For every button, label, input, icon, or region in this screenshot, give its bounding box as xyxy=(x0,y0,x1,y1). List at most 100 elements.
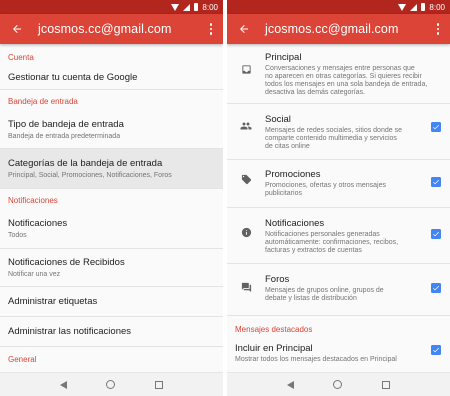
nav-home-icon[interactable] xyxy=(333,380,343,389)
category-promotions[interactable]: Promociones Promociones, ofertas y otros… xyxy=(227,160,450,208)
inbox-notifications-item[interactable]: Notificaciones de Recibidos Notificar un… xyxy=(0,249,223,287)
category-title: Notificaciones xyxy=(265,218,325,229)
item-title: Administrar las notificaciones xyxy=(8,326,132,337)
manage-notifications-item[interactable]: Administrar las notificaciones xyxy=(0,317,223,347)
item-title: Tipo de bandeja de entrada xyxy=(8,118,124,130)
account-title: jcosmos.cc@gmail.com xyxy=(265,22,399,36)
left-screen: 8:00 jcosmos.cc@gmail.com Cuenta Gestion… xyxy=(0,0,223,396)
category-social[interactable]: Social Mensajes de redes sociales, sitio… xyxy=(227,104,450,160)
inbox-type-item[interactable]: Tipo de bandeja de entrada Bandeja de en… xyxy=(0,110,223,149)
wifi-icon xyxy=(398,3,407,11)
system-nav-bar xyxy=(0,372,223,396)
signal-icon xyxy=(410,3,418,11)
notifications-item[interactable]: Notificaciones Todos xyxy=(0,209,223,249)
category-forums[interactable]: Foros Mensajes de grupos online, grupos … xyxy=(227,264,450,316)
nav-back-icon[interactable] xyxy=(59,380,67,389)
category-title: Foros xyxy=(265,274,290,285)
section-header-starred: Mensajes destacados xyxy=(235,325,313,334)
category-description: Conversaciones y mensajes entre personas… xyxy=(265,65,430,97)
more-options-icon[interactable] xyxy=(205,23,217,35)
item-subtitle: Notificar una vez xyxy=(8,271,61,278)
category-description: Promociones, ofertas y otros mensajes pu… xyxy=(265,182,430,198)
status-time: 8:00 xyxy=(202,2,218,12)
item-title: Categorías de la bandeja de entrada xyxy=(8,158,163,169)
more-options-icon[interactable] xyxy=(432,23,444,35)
desc-line: desactiva las demás categorías. xyxy=(265,89,365,96)
desc-line: Mensajes de grupos online, grupos de xyxy=(265,287,384,294)
checked-checkbox-icon[interactable] xyxy=(431,229,441,239)
starred-title: Incluir en Principal xyxy=(235,343,313,354)
desc-line: Conversaciones y mensajes entre personas… xyxy=(265,65,415,72)
checked-checkbox-icon[interactable] xyxy=(431,177,441,187)
promotions-checkbox[interactable] xyxy=(430,169,442,187)
desc-line: comparte contenido multimedia y servicio… xyxy=(265,135,397,142)
desc-line: automáticamente: confirmaciones, recibos… xyxy=(265,239,399,246)
section-header-inbox: Bandeja de entrada xyxy=(8,97,78,106)
battery-icon xyxy=(194,3,199,11)
people-icon xyxy=(227,114,265,132)
starred-description: Mostrar todos los mensajes destacados en… xyxy=(235,356,397,363)
category-title: Social xyxy=(265,114,291,125)
forums-checkbox[interactable] xyxy=(430,274,442,293)
app-bar: jcosmos.cc@gmail.com xyxy=(227,14,450,44)
category-notifications[interactable]: Notificaciones Notificaciones personales… xyxy=(227,208,450,264)
nav-recents-icon[interactable] xyxy=(382,380,391,389)
system-nav-bar xyxy=(227,372,450,396)
item-subtitle: Todos xyxy=(8,232,27,239)
social-checkbox[interactable] xyxy=(430,114,442,132)
manage-account-item[interactable]: Gestionar tu cuenta de Google xyxy=(0,66,223,90)
categories-list: Principal Conversaciones y mensajes entr… xyxy=(227,44,450,372)
starred-checkbox[interactable] xyxy=(430,343,442,355)
tag-icon xyxy=(227,169,265,185)
battery-icon xyxy=(421,3,426,11)
info-icon xyxy=(227,218,265,238)
nav-recents-icon[interactable] xyxy=(155,380,164,389)
item-title: Gestionar tu cuenta de Google xyxy=(8,72,138,83)
category-principal[interactable]: Principal Conversaciones y mensajes entr… xyxy=(227,44,450,104)
section-header-account: Cuenta xyxy=(8,53,34,62)
item-title: Administrar etiquetas xyxy=(8,296,98,307)
status-bar: 8:00 xyxy=(0,0,223,14)
signal-icon xyxy=(183,3,191,11)
item-title: Notificaciones xyxy=(8,218,68,229)
notifications-checkbox[interactable] xyxy=(430,218,442,239)
nav-back-icon[interactable] xyxy=(286,380,294,389)
right-screen: 8:00 jcosmos.cc@gmail.com Principal Conv… xyxy=(227,0,450,396)
item-subtitle: Principal, Social, Promociones, Notifica… xyxy=(8,172,172,179)
app-bar: jcosmos.cc@gmail.com xyxy=(0,14,223,44)
desc-line: no aparecen en otras categorías. Si quie… xyxy=(265,73,422,80)
item-subtitle: Bandeja de entrada predeterminada xyxy=(8,132,121,140)
category-title: Principal xyxy=(265,52,302,63)
desc-line: Notificaciones personales generadas xyxy=(265,231,380,238)
starred-include-item[interactable]: Incluir en Principal Mostrar todos los m… xyxy=(227,336,450,366)
back-arrow-icon[interactable] xyxy=(8,20,26,38)
desc-line: todos los mensajes en una sola bandeja d… xyxy=(265,81,428,88)
forum-icon xyxy=(227,274,265,293)
category-description: Mensajes de grupos online, grupos de deb… xyxy=(265,287,430,303)
checked-checkbox-icon[interactable] xyxy=(431,283,441,293)
status-time: 8:00 xyxy=(429,2,445,12)
settings-list: Cuenta Gestionar tu cuenta de Google Ban… xyxy=(0,44,223,372)
inbox-categories-item[interactable]: Categorías de la bandeja de entrada Prin… xyxy=(0,149,223,189)
checked-checkbox-icon[interactable] xyxy=(431,122,441,132)
inbox-icon xyxy=(227,52,265,75)
item-title: Notificaciones de Recibidos xyxy=(8,257,125,268)
section-header-notifications: Notificaciones xyxy=(8,196,58,205)
desc-line: Mensajes de redes sociales, sitios donde… xyxy=(265,127,402,134)
desc-line: de citas online xyxy=(265,143,310,150)
section-header-general: General xyxy=(8,355,37,364)
account-title: jcosmos.cc@gmail.com xyxy=(38,22,172,36)
category-description: Mensajes de redes sociales, sitios donde… xyxy=(265,127,430,151)
back-arrow-icon[interactable] xyxy=(235,20,253,38)
desc-line: debate y listas de distribución xyxy=(265,295,357,302)
nav-home-icon[interactable] xyxy=(106,380,116,389)
desc-line: Promociones, ofertas y otros mensajes xyxy=(265,182,386,189)
category-title: Promociones xyxy=(265,169,321,180)
desc-line: publicitarios xyxy=(265,190,302,197)
desc-line: facturas y extractos de cuentas xyxy=(265,247,362,254)
manage-labels-item[interactable]: Administrar etiquetas xyxy=(0,287,223,317)
category-description: Notificaciones personales generadas auto… xyxy=(265,231,430,255)
status-bar: 8:00 xyxy=(227,0,450,14)
wifi-icon xyxy=(171,3,180,11)
checked-checkbox-icon[interactable] xyxy=(431,345,441,355)
